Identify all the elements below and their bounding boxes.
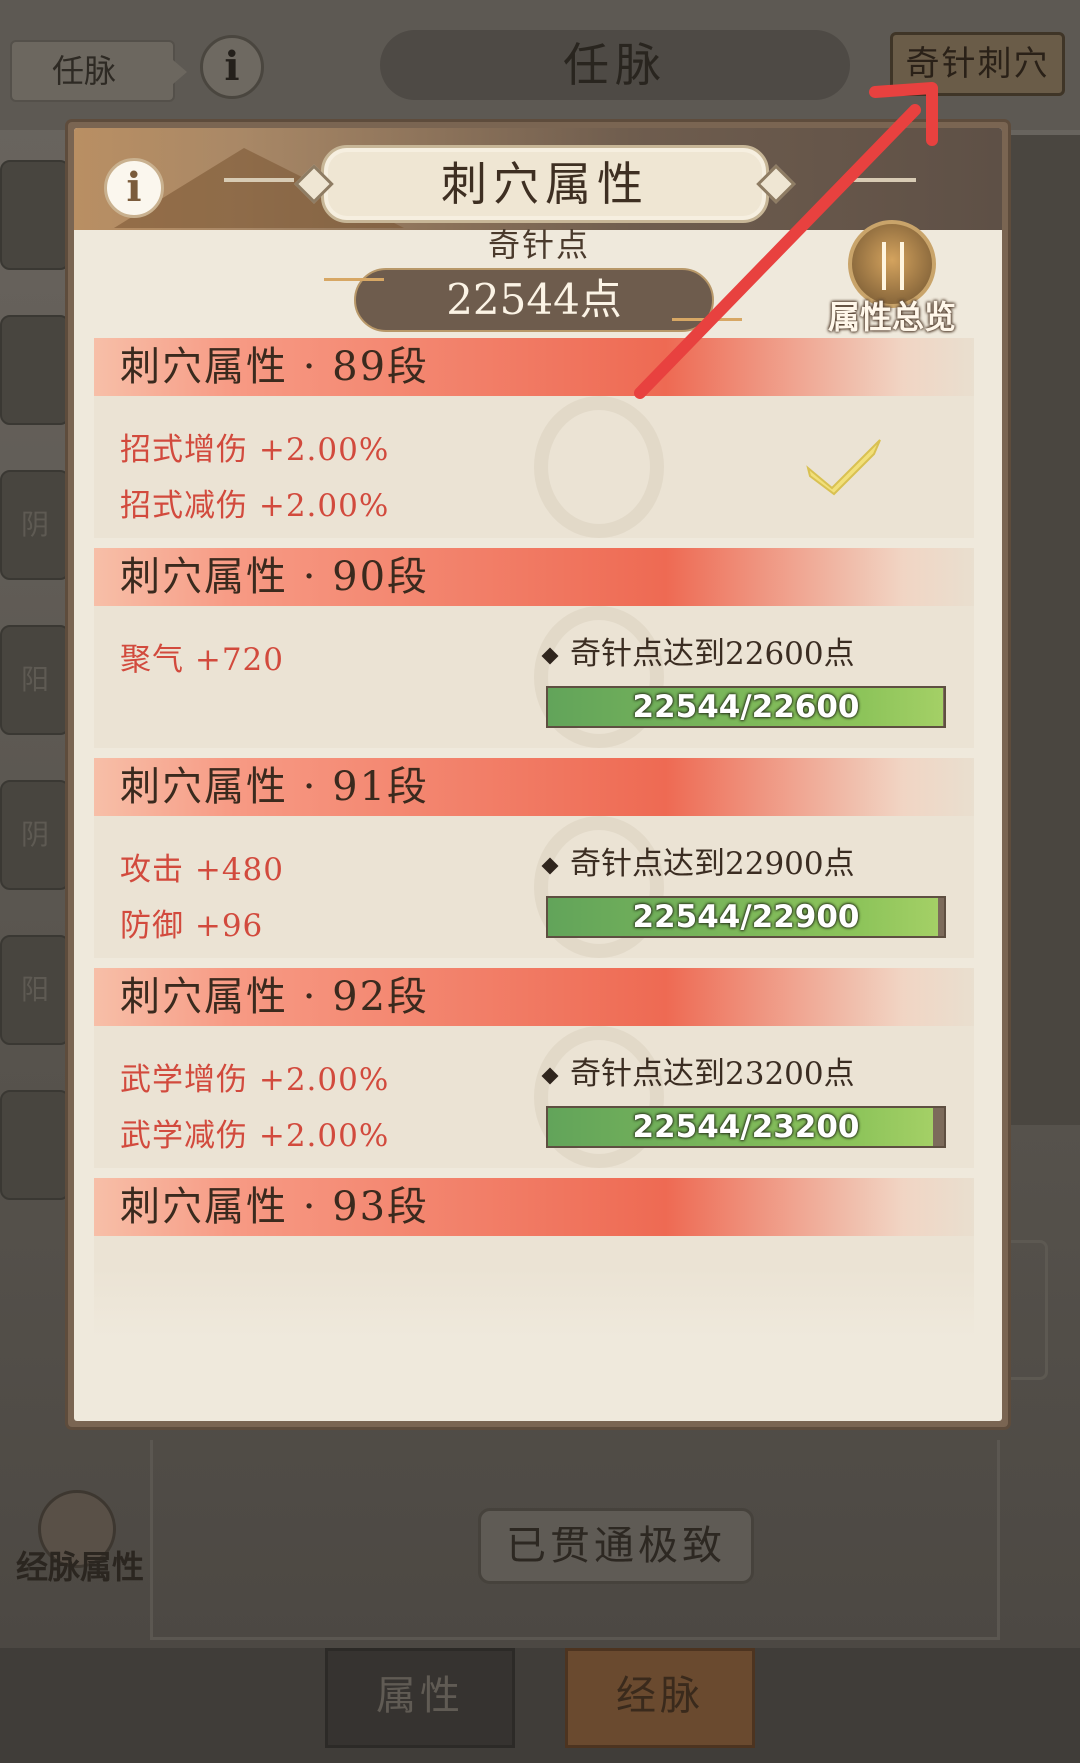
side-tab[interactable] [0,160,70,270]
diamond-bullet-icon [541,1067,559,1084]
breadcrumb[interactable]: 任脉 [10,40,187,102]
tier-requirement: 奇针点达到22900点 [541,838,855,883]
attribute-overview-label: 属性总览 [827,298,956,336]
breadcrumb-label: 任脉 [52,52,117,90]
modal-title-plate: 刺穴属性 [294,145,796,223]
requirement-text: 奇针点达到23200点 [570,1056,855,1092]
modal-title: 刺穴属性 [441,157,649,211]
points-value: 22544点 [446,275,622,324]
tier-card: 刺穴属性 · 90段 聚气 +720 奇针点达到22600点 22544/226… [94,548,974,748]
tier-stat: 武学减伤 +2.00% [120,1118,390,1154]
requirement-text: 奇针点达到22600点 [570,636,855,672]
tier-header-label: 刺穴属性 · 91段 [120,764,430,810]
list-fade-overlay [94,1268,974,1356]
tier-header: 刺穴属性 · 91段 [94,758,974,816]
tier-stat: 防御 +96 [120,908,264,944]
tier-body: 聚气 +720 奇针点达到22600点 22544/22600 [94,606,974,748]
points-value-pill: 22544点 [324,268,742,332]
tier-header-label: 刺穴属性 · 92段 [120,974,430,1020]
info-button[interactable]: i [200,35,264,99]
tier-stat: 聚气 +720 [120,642,284,678]
requirement-text: 奇针点达到22900点 [570,846,855,882]
tier-card: 刺穴属性 · 89段 招式增伤 +2.00% 招式减伤 +2.00% [94,338,974,538]
qizhen-cixue-button[interactable]: 奇针刺穴 [890,32,1065,96]
progress-bar: 22544/22600 [546,686,946,728]
side-tab[interactable]: 阴 [0,780,70,890]
tier-stat: 招式增伤 +2.00% [120,432,390,468]
tier-requirement: 奇针点达到23200点 [541,1048,855,1093]
tier-stat: 攻击 +480 [120,852,284,888]
status-button[interactable]: 已贯通极致 [478,1508,754,1584]
tier-header-label: 刺穴属性 · 90段 [120,554,430,600]
ribbon-right-icon [672,318,742,321]
tier-header: 刺穴属性 · 92段 [94,968,974,1026]
progress-text: 22544/22900 [632,899,860,935]
side-tab[interactable]: 阳 [0,935,70,1045]
tier-header-label: 刺穴属性 · 89段 [120,344,430,390]
jingmai-attr-button[interactable]: 经脉属性 [0,1490,160,1600]
side-tab[interactable]: 阳 [0,625,70,735]
tier-stat: 武学增伤 +2.00% [120,1062,390,1098]
attribute-overview-button[interactable]: 属性总览 [812,220,972,350]
side-tab[interactable] [0,1090,70,1200]
page-title: 任脉 [563,38,667,92]
tier-header: 刺穴属性 · 89段 [94,338,974,396]
modal-body: i 刺穴属性 奇针点 22544点 属性总览 刺穴属性 · 89段 招式增伤 +… [74,128,1002,1421]
tier-stat: 招式减伤 +2.00% [120,488,390,524]
tier-header: 刺穴属性 · 93段 [94,1178,974,1236]
cloud-swirl-right-icon [846,178,916,182]
tier-body: 武学增伤 +2.00% 武学减伤 +2.00% 奇针点达到23200点 2254… [94,1026,974,1168]
diamond-bullet-icon [541,647,559,664]
checkmark-icon [806,439,881,496]
diamond-bullet-icon [541,857,559,874]
bottom-tab-bar [0,1648,1080,1763]
cloud-swirl-left-icon [224,178,294,182]
progress-text: 22544/22600 [632,689,860,725]
progress-bar: 22544/22900 [546,896,946,938]
tier-body: 招式增伤 +2.00% 招式减伤 +2.00% [94,396,974,538]
ribbon-left-icon [324,278,384,281]
cixue-attributes-modal: i 刺穴属性 奇针点 22544点 属性总览 刺穴属性 · 89段 招式增伤 +… [68,122,1008,1427]
jingmai-attr-label: 经脉属性 [15,1548,144,1586]
tier-body: 攻击 +480 防御 +96 奇针点达到22900点 22544/22900 [94,816,974,958]
tab-jingmai[interactable]: 经脉 [565,1648,755,1748]
side-tab[interactable]: 阴 [0,470,70,580]
breadcrumb-arrow-icon [173,60,187,84]
tier-list[interactable]: 刺穴属性 · 89段 招式增伤 +2.00% 招式减伤 +2.00% 刺穴属性 … [94,338,974,1356]
modal-info-button[interactable]: i [104,158,164,218]
meridian-image-panel [1000,135,1080,1125]
tier-requirement: 奇针点达到22600点 [541,628,855,673]
flower-pattern-decoration [534,396,664,538]
tier-header-label: 刺穴属性 · 93段 [120,1184,430,1230]
progress-text: 22544/23200 [632,1109,860,1145]
tier-card: 刺穴属性 · 91段 攻击 +480 防御 +96 奇针点达到22900点 22… [94,758,974,958]
tier-card: 刺穴属性 · 92段 武学增伤 +2.00% 武学减伤 +2.00% 奇针点达到… [94,968,974,1168]
scales-bars-icon [882,242,904,290]
tier-header: 刺穴属性 · 90段 [94,548,974,606]
side-tab[interactable] [0,315,70,425]
tab-attributes[interactable]: 属性 [325,1648,515,1748]
points-label: 奇针点 [487,226,590,264]
progress-bar: 22544/23200 [546,1106,946,1148]
